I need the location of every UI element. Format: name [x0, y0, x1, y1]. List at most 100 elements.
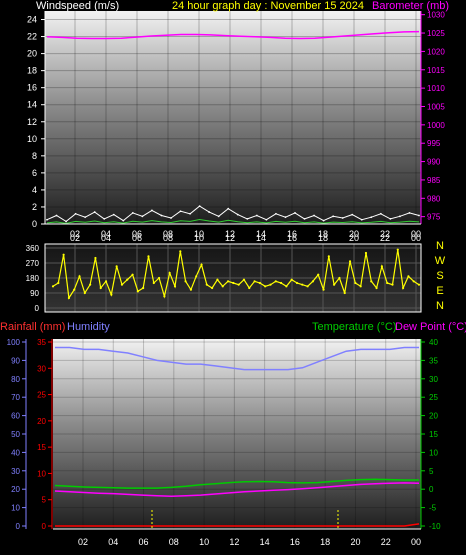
tick-label-wind: 6: [32, 168, 37, 178]
point-windspeed: [360, 218, 363, 221]
point-windspeed: [408, 212, 411, 214]
tick-label-temperature: 20: [429, 412, 438, 421]
tick-label-rainfall: 30: [37, 364, 46, 373]
point-wind-direction: [375, 286, 378, 290]
tick-label-hour: 08: [163, 233, 173, 243]
point-wind-direction: [200, 263, 203, 266]
point-wind-direction: [110, 293, 113, 296]
tick-label-hour: 02: [70, 233, 80, 243]
point-wind-direction: [327, 255, 330, 258]
dewpoint-label: Dew Point (°C): [395, 321, 466, 333]
point-wind-direction: [157, 276, 161, 280]
point-windspeed: [227, 207, 230, 210]
point-wind-direction: [317, 273, 320, 276]
point-wind-direction: [354, 281, 357, 285]
point-windspeed: [322, 219, 325, 222]
point-windspeed: [84, 216, 87, 219]
tick-label-rainfall: 20: [37, 417, 46, 426]
point-wind-direction: [380, 265, 383, 268]
tick-label-temperature: 15: [429, 430, 438, 439]
point-windspeed: [170, 217, 172, 219]
point-wind-direction: [136, 290, 139, 293]
tick-label-barometer: 1025: [427, 29, 445, 38]
point-windspeed: [208, 211, 211, 213]
tick-label-temperature: 30: [429, 375, 438, 384]
point-windspeed: [122, 219, 125, 222]
point-wind-direction: [253, 280, 256, 283]
point-wind-direction: [179, 250, 182, 253]
point-wind-direction: [417, 283, 421, 286]
tick-label-barometer: 1005: [427, 102, 445, 111]
point-wind-direction: [301, 283, 304, 286]
point-windspeed: [74, 212, 77, 215]
tick-label-wind: 22: [27, 32, 37, 42]
temperature-label: Temperature (°C): [312, 321, 397, 333]
tick-label-wind: 16: [27, 83, 37, 93]
point-windspeed: [246, 217, 249, 220]
point-wind-direction: [99, 286, 102, 290]
point-wind-direction: [115, 265, 118, 268]
point-wind-direction: [184, 280, 187, 283]
point-wind-direction: [396, 248, 399, 251]
tick-label-direction: 90: [30, 289, 39, 298]
tick-label-hour: 22: [380, 233, 390, 243]
tick-label-wind: 4: [32, 185, 37, 195]
tick-label-barometer: 980: [427, 194, 441, 203]
point-wind-direction: [412, 280, 415, 283]
tick-label-hour: 18: [318, 233, 328, 243]
point-windspeed: [236, 213, 239, 216]
tick-label-direction: 0: [35, 304, 40, 313]
tick-label-wind: 8: [32, 151, 37, 161]
point-windspeed: [179, 210, 182, 213]
humidity-label: Humidity: [67, 321, 110, 333]
weather-charts-svg: 0246810121416182022249759809859909951000…: [7, 11, 446, 547]
point-wind-direction: [279, 281, 283, 285]
point-windspeed: [55, 214, 58, 217]
point-wind-direction: [348, 260, 352, 263]
tick-label-humidity: 70: [11, 393, 20, 402]
tick-label-wind: 12: [27, 117, 37, 127]
tick-label-temperature: 35: [429, 356, 438, 365]
tick-label-humidity: 20: [11, 485, 20, 494]
tick-label-hour: 10: [194, 233, 204, 243]
point-windspeed: [275, 212, 277, 215]
point-wind-direction: [163, 295, 166, 298]
barometer-label: Barometer (mb): [372, 0, 450, 12]
tick-label-barometer: 1000: [427, 121, 445, 130]
tick-label-barometer: 975: [427, 213, 441, 222]
point-wind-direction: [407, 275, 410, 278]
point-windspeed: [313, 214, 315, 217]
tick-label-rainfall: 0: [42, 522, 47, 531]
tick-label-hour: 20: [350, 537, 360, 547]
tick-label-humidity: 10: [11, 504, 20, 513]
point-wind-direction: [232, 281, 235, 285]
tick-label-hour: 12: [229, 537, 239, 547]
point-wind-direction: [189, 288, 193, 291]
tick-label-direction: 270: [26, 259, 40, 268]
tick-label-rainfall: 35: [37, 338, 46, 347]
point-wind-direction: [258, 281, 261, 285]
tick-label-wind: 18: [27, 66, 37, 76]
point-wind-direction: [237, 283, 240, 286]
tick-label-humidity: 100: [7, 338, 21, 347]
tick-label-barometer: 1010: [427, 84, 445, 93]
point-wind-direction: [248, 286, 251, 290]
tick-label-wind: 2: [32, 202, 37, 212]
point-wind-direction: [295, 281, 299, 285]
tick-label-wind: 10: [27, 134, 37, 144]
tick-label-temperature: -5: [429, 504, 437, 513]
point-windspeed: [399, 215, 401, 218]
weather-graph-page: 0 2 4 6 8 10 12 14 16 18 20 22 24 975 980 985 990 995 1000…: [0, 0, 466, 555]
tick-label-direction: 180: [26, 274, 40, 283]
tick-label-hour: 06: [132, 233, 142, 243]
point-windspeed: [217, 215, 220, 218]
point-wind-direction: [391, 283, 394, 286]
tick-label-hour: 16: [290, 537, 300, 547]
point-wind-direction: [142, 286, 145, 290]
point-wind-direction: [83, 291, 86, 295]
graph-title: 24 hour graph day : November 15 2024: [172, 0, 365, 12]
tick-label-barometer: 1020: [427, 47, 445, 56]
plot-area-wind: [45, 11, 421, 224]
point-windspeed: [303, 217, 306, 220]
tick-label-hour: 00: [411, 233, 421, 243]
